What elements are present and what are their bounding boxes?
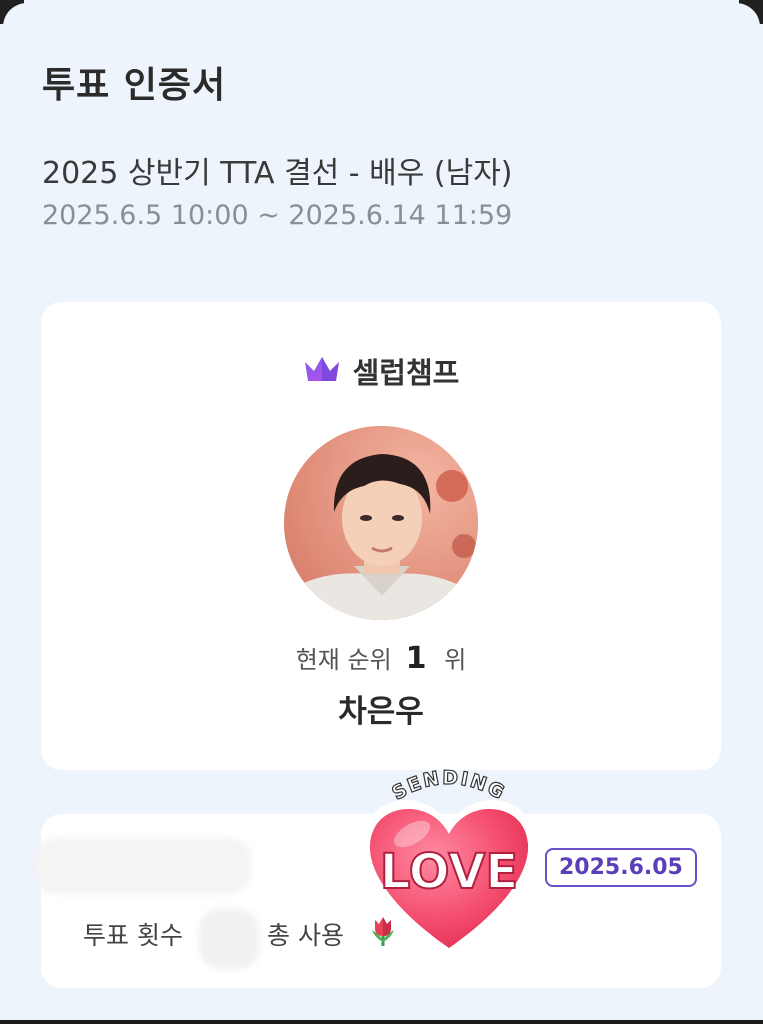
sticker-main-text: LOVE (380, 844, 518, 900)
redacted-area (199, 909, 259, 969)
date-badge: 2025.6.05 (545, 848, 697, 887)
certificate-screen: 투표 인증서 2025 상반기 TTA 결선 - 배우 (남자) 2025.6.… (0, 0, 763, 1024)
bottom-edge (0, 1020, 763, 1024)
rank-number: 1 (405, 641, 427, 676)
current-rank: 현재 순위 1 위 (41, 640, 721, 676)
event-title: 2025 상반기 TTA 결선 - 배우 (남자) (42, 156, 513, 191)
rank-label: 현재 순위 (295, 646, 392, 674)
corner (0, 0, 51, 51)
total-use-label: 총 사용 (267, 921, 344, 950)
crown-icon (303, 354, 341, 388)
vote-count-label: 투표 횟수 (83, 921, 183, 950)
candidate-card: 셀럽챔프 현재 순위 1 위 차은우 (41, 302, 721, 770)
page-title: 투표 인증서 (42, 65, 227, 106)
brand-logo: 셀럽챔프 (41, 350, 721, 392)
event-period: 2025.6.5 10:00 ~ 2025.6.14 11:59 (42, 200, 513, 231)
brand-name: 셀럽챔프 (352, 356, 460, 390)
sticker-top-text: SENDING (388, 766, 508, 805)
redacted-area (35, 838, 251, 894)
artist-avatar (284, 426, 478, 620)
rank-suffix: 위 (444, 646, 467, 674)
love-heart-sticker: SENDING LOVE (356, 766, 542, 968)
corner (712, 0, 763, 51)
artist-name: 차은우 (338, 694, 424, 730)
svg-text:SENDING: SENDING (389, 768, 510, 805)
